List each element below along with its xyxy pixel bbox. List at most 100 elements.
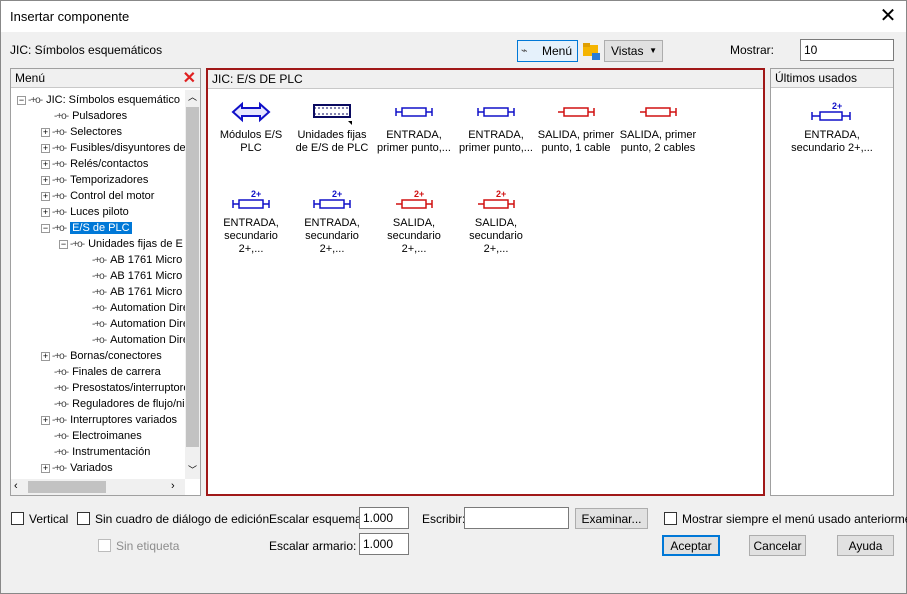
symbol-icon: -+o- — [52, 159, 67, 170]
components-panel-header: JIC: E/S DE PLC — [208, 70, 763, 89]
expand-icon[interactable]: + — [41, 127, 50, 137]
recent-panel-title: Últimos usados — [775, 71, 858, 85]
tree-item[interactable]: + -+o- Fusibles/disyuntores de — [41, 140, 185, 156]
tree-item[interactable]: − -+o- Unidades fijas de E — [59, 236, 183, 252]
accept-button[interactable]: Aceptar — [662, 535, 720, 556]
tree-item[interactable]: -+o- Instrumentación — [41, 444, 150, 460]
tree-item[interactable]: -+o- Presostatos/interruptore — [41, 380, 185, 396]
horizontal-scrollbar[interactable]: ‹ › — [11, 479, 185, 495]
collapse-icon[interactable]: − — [41, 223, 50, 233]
scroll-thumb[interactable] — [186, 107, 199, 447]
scroll-right-icon[interactable]: › — [171, 480, 175, 492]
tree-item[interactable]: + -+o- Temporizadores — [41, 172, 148, 188]
always-show-menu-box[interactable] — [664, 512, 677, 525]
scroll-left-icon[interactable]: ‹ — [14, 480, 18, 492]
cancel-button[interactable]: Cancelar — [749, 535, 806, 556]
component-line2: primer punto,... — [459, 142, 533, 154]
collapse-icon[interactable]: − — [17, 95, 26, 105]
tree-item[interactable]: + -+o- Interruptores variados — [41, 412, 177, 428]
tree-item-label: Bornas/conectores — [70, 350, 162, 362]
component-item[interactable]: 2+ ENTRADA, secundario 2+,... — [292, 187, 372, 256]
tree-item[interactable]: + -+o- Bornas/conectores — [41, 348, 162, 364]
component-item[interactable]: 2+ SALIDA, secundario 2+,... — [374, 187, 454, 256]
tree-item[interactable]: + -+o- Luces piloto — [41, 204, 129, 220]
vertical-checkbox-box[interactable] — [11, 512, 24, 525]
symbol-icon: -+o- — [54, 447, 69, 458]
scale-schematic-input[interactable]: 1.000 — [359, 507, 409, 529]
expand-icon[interactable]: + — [41, 191, 50, 201]
expand-icon[interactable]: + — [41, 351, 50, 361]
no-edit-dialog-checkbox[interactable]: Sin cuadro de diálogo de edición — [77, 512, 269, 526]
vertical-checkbox[interactable]: Vertical — [11, 512, 68, 526]
tree-item[interactable]: − -+o- JIC: Símbolos esquemático — [17, 92, 180, 108]
tree-item-label: Automation Dire — [110, 302, 185, 314]
component-item[interactable]: ENTRADA, primer punto,... — [456, 99, 536, 155]
recent-component[interactable]: 2+ ENTRADA, secundario 2+,... — [772, 99, 892, 155]
close-icon[interactable]: ✕ — [874, 3, 902, 29]
expand-icon[interactable]: + — [41, 415, 50, 425]
chevron-down-icon: ▼ — [649, 46, 657, 55]
tree-item[interactable]: -+o- AB 1761 Micro — [79, 252, 182, 268]
tree-item[interactable]: + -+o- Relés/contactos — [41, 156, 148, 172]
tree-item[interactable]: -+o- Pulsadores — [41, 108, 127, 124]
tree-item[interactable]: + -+o- Variados — [41, 460, 113, 476]
component-item[interactable]: Unidades fijas de E/S de PLC — [292, 99, 372, 155]
collapse-icon[interactable]: − — [59, 239, 68, 249]
component-line2: PLC — [240, 142, 262, 154]
symbol-icon: -+o- — [92, 303, 107, 314]
show-count-input[interactable]: 10 — [800, 39, 894, 61]
expand-icon[interactable]: + — [41, 207, 50, 217]
h-scroll-thumb[interactable] — [28, 481, 106, 493]
expand-icon[interactable]: + — [41, 159, 50, 169]
always-show-menu-checkbox[interactable]: Mostrar siempre el menú usado anteriorme… — [664, 512, 907, 526]
menu-toggle-button[interactable]: ⌁ Menú — [517, 40, 578, 62]
component-item[interactable]: Módulos E/S PLC — [211, 99, 291, 155]
component-item[interactable]: 2+ ENTRADA, secundario 2+,... — [211, 187, 291, 256]
folder-icon[interactable] — [581, 40, 602, 62]
tree-item[interactable]: -+o- Automation Dire — [79, 316, 185, 332]
tree-item[interactable]: + -+o- Control del motor — [41, 188, 154, 204]
plc-output-icon: 2+ — [478, 189, 515, 209]
tree-item[interactable]: -+o- Automation Dire — [79, 332, 185, 348]
svg-text:2+: 2+ — [496, 189, 506, 199]
tree-item[interactable]: -+o- Electroimanes — [41, 428, 142, 444]
expand-icon[interactable]: + — [41, 463, 50, 473]
component-item[interactable]: SALIDA, primer punto, 1 cable — [536, 99, 616, 155]
symbol-icon: -+o- — [70, 239, 85, 250]
tree-item-label: Fusibles/disyuntores de — [70, 142, 185, 154]
scroll-up-icon[interactable]: ︿ — [188, 90, 197, 103]
component-line2: secundario 2+,... — [387, 230, 441, 255]
component-item[interactable]: 2+ SALIDA, secundario 2+,... — [456, 187, 536, 256]
tree-item[interactable]: − -+o- E/S de PLC — [41, 220, 132, 236]
tree-item[interactable]: -+o- AB 1761 Micro — [79, 268, 182, 284]
tree-item[interactable]: -+o- Automation Dire — [79, 300, 185, 316]
views-dropdown-button[interactable]: Vistas ▼ — [604, 40, 663, 62]
expand-icon[interactable]: + — [41, 143, 50, 153]
symbol-icon: -+o- — [92, 335, 107, 346]
scale-cabinet-input[interactable]: 1.000 — [359, 533, 409, 555]
help-button[interactable]: Ayuda — [837, 535, 894, 556]
symbol-icon: -+o- — [92, 287, 107, 298]
tree-item-label: Automation Dire — [110, 334, 185, 346]
expand-icon[interactable]: + — [41, 175, 50, 185]
type-input[interactable] — [464, 507, 569, 529]
tree-item[interactable]: -+o- Reguladores de flujo/ni — [41, 396, 185, 412]
component-item[interactable]: SALIDA, primer punto, 2 cables — [618, 99, 698, 155]
tree-item-label: Unidades fijas de E — [88, 238, 183, 250]
tree-item[interactable]: -+o- AB 1761 Micro — [79, 284, 182, 300]
vertical-scrollbar[interactable]: ︿ ﹀ — [185, 90, 200, 479]
close-menu-icon[interactable]: ✕ — [183, 69, 196, 88]
svg-text:2+: 2+ — [414, 189, 424, 199]
tree-item-label: Finales de carrera — [72, 366, 161, 378]
component-line1: ENTRADA, — [468, 129, 524, 141]
tree-item[interactable]: + -+o- Selectores — [41, 124, 122, 140]
tree-item-label: Automation Dire — [110, 318, 185, 330]
no-edit-dialog-box[interactable] — [77, 512, 90, 525]
component-line2: punto, 1 cable — [541, 142, 611, 154]
browse-button[interactable]: Examinar... — [575, 508, 648, 529]
tree-item[interactable]: -+o- Finales de carrera — [41, 364, 161, 380]
scroll-down-icon[interactable]: ﹀ — [188, 463, 197, 476]
symbol-icon: -+o- — [92, 271, 107, 282]
component-item[interactable]: ENTRADA, primer punto,... — [374, 99, 454, 155]
no-tag-checkbox: Sin etiqueta — [98, 539, 179, 553]
